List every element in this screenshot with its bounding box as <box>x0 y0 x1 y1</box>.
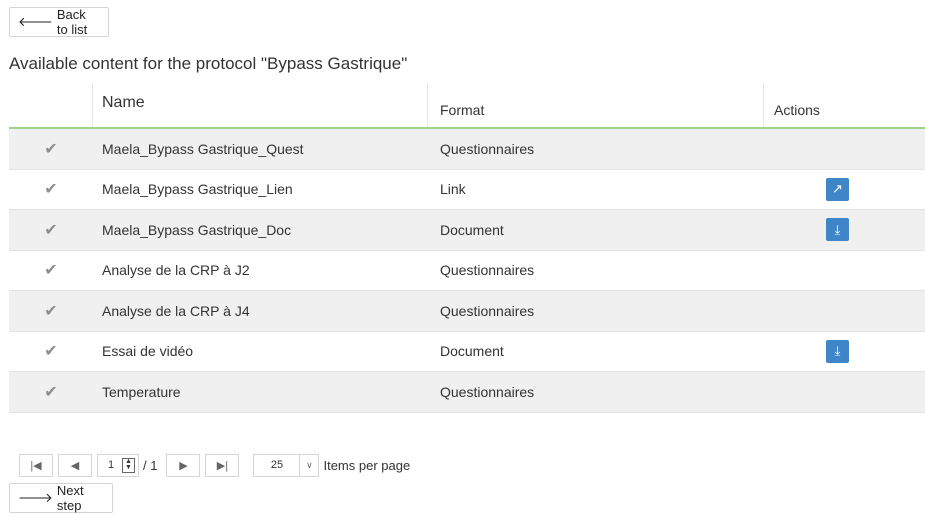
row-format: Questionnaires <box>440 383 535 400</box>
next-step-label: Next step <box>56 483 84 513</box>
download-icon[interactable]: ⤓ <box>826 339 849 363</box>
row-format: Questionnaires <box>440 262 535 279</box>
row-format: Questionnaires <box>440 140 535 157</box>
content-table: Name Format Actions ✔ Maela_Bypass Gastr… <box>9 84 925 413</box>
external-link-icon[interactable]: ↗ <box>826 177 849 201</box>
row-actions: ⤓ <box>764 332 925 372</box>
row-actions <box>764 251 925 291</box>
row-actions: ⤓ <box>764 210 925 250</box>
check-icon: ✔ <box>44 140 58 158</box>
arrow-right-icon: 🡒 <box>18 490 53 505</box>
page-title: Available content for the protocol "Bypa… <box>9 54 408 73</box>
row-name: Temperature <box>102 383 181 400</box>
back-to-list-button[interactable]: 🡐 Back to list <box>9 7 109 37</box>
page-total: / 1 <box>143 457 158 473</box>
header-format[interactable]: Format <box>428 84 764 127</box>
next-step-button[interactable]: 🡒 Next step <box>9 483 113 513</box>
table-row[interactable]: ✔ Analyse de la CRP à J4 Questionnaires <box>9 291 925 332</box>
page-number-input[interactable]: 1 ▲ ▼ <box>97 453 139 477</box>
table-row[interactable]: ✔ Temperature Questionnaires <box>9 372 925 413</box>
row-name: Analyse de la CRP à J4 <box>102 302 250 319</box>
table-row[interactable]: ✔ Maela_Bypass Gastrique_Lien Link ↗ <box>9 170 925 210</box>
arrow-left-icon: 🡐 <box>18 14 53 29</box>
check-icon: ✔ <box>44 221 58 239</box>
row-format: Questionnaires <box>440 302 535 319</box>
next-page-icon[interactable]: ▶ <box>166 453 201 477</box>
row-name: Essai de vidéo <box>102 343 194 360</box>
row-name: Analyse de la CRP à J2 <box>102 262 250 279</box>
items-per-page-label: Items per page <box>323 457 411 473</box>
row-format: Document <box>440 221 504 238</box>
check-icon: ✔ <box>44 383 58 401</box>
table-row[interactable]: ✔ Maela_Bypass Gastrique_Doc Document ⤓ <box>9 210 925 251</box>
page-number-value: 1 <box>108 459 115 471</box>
row-name: Maela_Bypass Gastrique_Lien <box>102 181 293 198</box>
table-header: Name Format Actions <box>9 84 925 129</box>
download-icon[interactable]: ⤓ <box>826 218 849 242</box>
previous-page-icon[interactable]: ◀ <box>58 453 92 477</box>
table-row[interactable]: ✔ Maela_Bypass Gastrique_Quest Questionn… <box>9 129 925 170</box>
chevron-down-icon[interactable]: ∨ <box>299 454 318 476</box>
check-icon: ✔ <box>44 262 58 280</box>
page-size-value: 25 <box>270 459 284 471</box>
pagination: |◀ ◀ 1 ▲ ▼ / 1 ▶ ▶| 25 ∨ Items per page <box>19 452 410 478</box>
row-actions <box>764 372 925 412</box>
page-size-select[interactable]: 25 ∨ <box>253 453 320 477</box>
row-format: Link <box>440 181 466 198</box>
check-icon: ✔ <box>44 343 58 361</box>
last-page-icon[interactable]: ▶| <box>205 453 240 477</box>
check-icon: ✔ <box>44 181 58 199</box>
back-to-list-label: Back to list <box>56 7 88 37</box>
check-icon: ✔ <box>44 302 58 320</box>
table-row[interactable]: ✔ Essai de vidéo Document ⤓ <box>9 332 925 372</box>
table-row[interactable]: ✔ Analyse de la CRP à J2 Questionnaires <box>9 251 925 291</box>
header-select-column <box>9 84 93 127</box>
row-actions <box>764 129 925 169</box>
first-page-icon[interactable]: |◀ <box>19 453 53 477</box>
row-format: Document <box>440 343 504 360</box>
row-name: Maela_Bypass Gastrique_Doc <box>102 221 292 238</box>
row-name: Maela_Bypass Gastrique_Quest <box>102 140 304 157</box>
row-actions: ↗ <box>764 170 925 210</box>
header-actions: Actions <box>774 102 820 118</box>
header-name[interactable]: Name <box>93 84 428 127</box>
row-actions <box>764 291 925 331</box>
page-spinner-icon[interactable]: ▲ ▼ <box>122 457 135 473</box>
